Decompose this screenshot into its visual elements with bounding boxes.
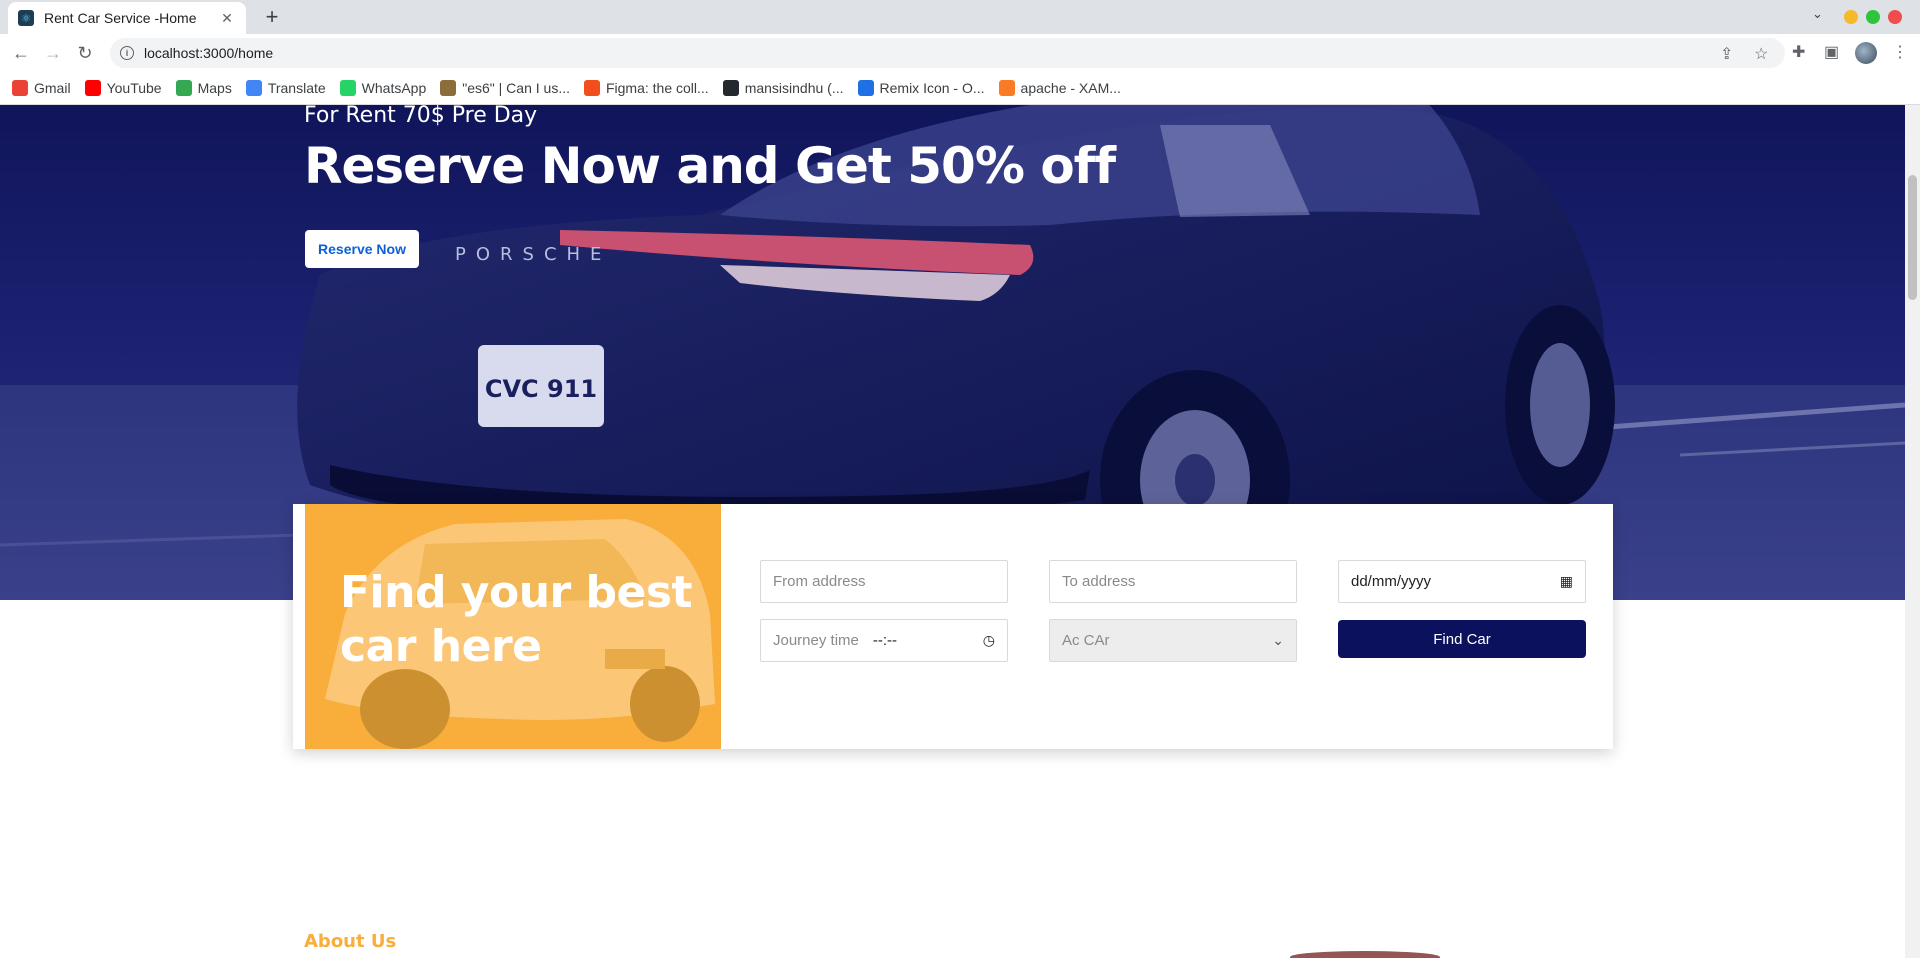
scrollbar-thumb[interactable] [1908,175,1917,300]
maximize-button[interactable] [1866,10,1880,24]
find-car-title: Find your best car here [340,567,693,672]
bookmark-label: mansisindhu (... [744,80,844,96]
forward-arrow-icon[interactable]: → [40,40,66,66]
bookmark-label: WhatsApp [361,80,427,96]
bookmark-item[interactable]: Maps [175,80,232,96]
back-arrow-icon[interactable]: ← [8,40,34,66]
side-panel-icon[interactable]: ▣ [1824,42,1839,62]
bookmark-label: Maps [197,80,232,96]
bookmark-item[interactable]: Figma: the coll... [583,80,709,96]
bookmark-item[interactable]: Gmail [12,80,71,96]
svg-text:CVC 911: CVC 911 [485,375,597,403]
bookmark-item[interactable]: Translate [245,80,326,96]
browser-toolbar: ← → ↻ i localhost:3000/home ⇪ ☆ ✚ ▣ ⋮ [0,34,1920,72]
bookmark-label: "es6" | Can I us... [462,80,570,96]
figma-icon [583,80,600,96]
close-window-button[interactable] [1888,10,1902,24]
share-icon[interactable]: ⇪ [1720,44,1733,64]
youtube-icon [84,80,101,96]
bookmark-label: Gmail [34,80,71,96]
translate-icon [245,80,262,96]
journey-date-input[interactable]: dd/mm/yyyy ▦ [1338,560,1586,603]
to-address-input[interactable]: To address [1049,560,1297,603]
site-info-icon[interactable]: i [120,46,134,60]
find-car-button[interactable]: Find Car [1338,620,1586,658]
xampp-icon [998,80,1015,96]
license-plate: CVC 911 [478,345,604,427]
menu-kebab-icon[interactable]: ⋮ [1892,42,1908,62]
reserve-now-button[interactable]: Reserve Now [305,230,419,268]
chevron-down-icon: ⌄ [1272,632,1284,648]
time-value: --:-- [872,632,898,649]
reload-icon[interactable]: ↻ [72,40,98,66]
page-viewport: CVC 911 PORSCHE For Rent 70$ Pre Day Res… [0,105,1905,958]
new-tab-button[interactable]: + [258,4,286,32]
close-tab-icon[interactable]: ✕ [218,10,236,27]
bookmark-item[interactable]: apache - XAM... [998,80,1121,96]
from-address-input[interactable]: From address [760,560,1008,603]
hero-subtitle: For Rent 70$ Pre Day [304,105,538,128]
hero-title: Reserve Now and Get 50% off [304,137,1116,195]
page-scrollbar[interactable] [1905,105,1920,958]
minimize-button[interactable] [1844,10,1858,24]
bookmarks-bar: Gmail YouTube Maps Translate WhatsApp "es6" |… [0,72,1920,105]
bookmark-label: Figma: the coll... [605,80,709,96]
remix-icon [857,80,874,96]
react-favicon-icon: ⚛ [18,10,34,26]
journey-time-input[interactable]: Journey time --:-- ◷ [760,619,1008,662]
github-icon [722,80,739,96]
bookmark-label: apache - XAM... [1020,80,1121,96]
ac-selected-option: Ac CAr [1062,632,1110,649]
tab-search-chevron-icon[interactable]: ⌄ [1812,6,1823,22]
find-car-card: Find your best car here From address To … [293,504,1613,749]
ac-type-select[interactable]: Ac CAr ⌄ [1049,619,1297,662]
address-bar[interactable]: i localhost:3000/home ⇪ ☆ [110,38,1785,68]
bookmark-item[interactable]: mansisindhu (... [722,80,844,96]
profile-avatar[interactable] [1855,42,1877,64]
bookmark-item[interactable]: "es6" | Can I us... [440,80,570,96]
calendar-icon[interactable]: ▦ [1560,573,1573,590]
caniuse-icon [440,80,457,96]
bookmark-item[interactable]: YouTube [84,80,162,96]
extensions-puzzle-icon[interactable]: ✚ [1792,42,1805,62]
about-car-image [1290,951,1440,958]
bookmark-label: Remix Icon - O... [879,80,985,96]
bookmark-item[interactable]: WhatsApp [339,80,427,96]
browser-tab[interactable]: ⚛ Rent Car Service -Home ✕ [8,2,246,34]
date-value: dd/mm/yyyy [1351,573,1432,590]
gmail-icon [12,80,28,96]
find-car-banner: Find your best car here [305,504,721,749]
whatsapp-icon [339,80,356,96]
bookmark-star-icon[interactable]: ☆ [1754,44,1768,64]
maps-icon [175,80,192,96]
journey-time-label: Journey time [773,632,859,649]
car-brand-badge: PORSCHE [455,244,611,265]
about-us-heading: About Us [304,931,397,952]
bookmark-label: Translate [267,80,326,96]
clock-icon[interactable]: ◷ [983,632,995,649]
bookmark-label: YouTube [106,80,162,96]
url-text: localhost:3000/home [144,45,274,61]
tab-strip: ⚛ Rent Car Service -Home ✕ + ⌄ [0,0,1920,34]
tab-title: Rent Car Service -Home [44,10,197,26]
bookmark-item[interactable]: Remix Icon - O... [857,80,985,96]
